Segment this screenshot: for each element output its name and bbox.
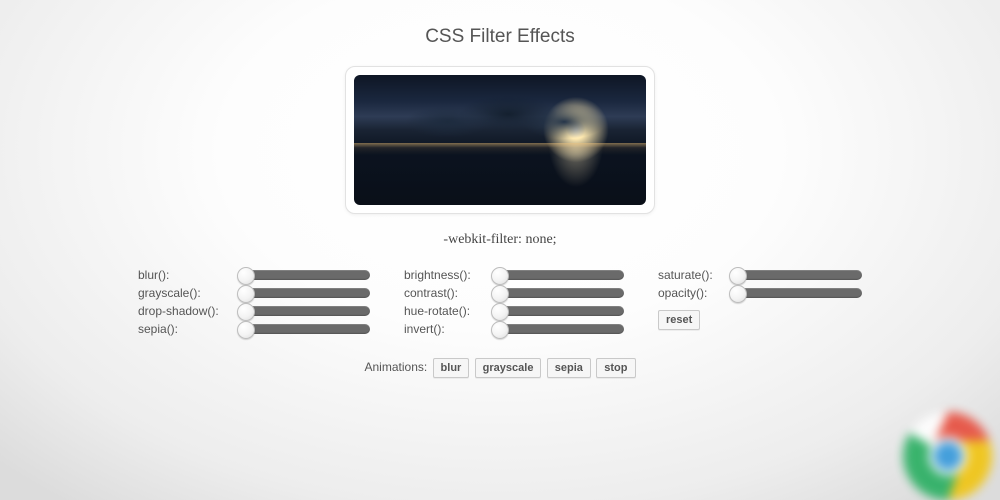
control-row-grayscale: grayscale(): bbox=[138, 284, 370, 302]
animations-label: Animations: bbox=[365, 360, 428, 374]
slider-drop-shadow[interactable] bbox=[238, 306, 370, 316]
label-blur: blur(): bbox=[138, 268, 238, 282]
label-saturate: saturate(): bbox=[658, 268, 730, 282]
slider-blur[interactable] bbox=[238, 270, 370, 280]
label-brightness: brightness(): bbox=[404, 268, 492, 282]
control-row-sepia: sepia(): bbox=[138, 320, 370, 338]
slider-invert[interactable] bbox=[492, 324, 624, 334]
anim-button-sepia[interactable]: sepia bbox=[547, 358, 591, 378]
slider-saturate[interactable] bbox=[730, 270, 862, 280]
anim-button-grayscale[interactable]: grayscale bbox=[475, 358, 542, 378]
anim-button-stop[interactable]: stop bbox=[596, 358, 635, 378]
slider-grayscale[interactable] bbox=[238, 288, 370, 298]
label-hue-rotate: hue-rotate(): bbox=[404, 304, 492, 318]
label-opacity: opacity(): bbox=[658, 286, 730, 300]
control-row-contrast: contrast(): bbox=[404, 284, 624, 302]
preview-frame bbox=[345, 66, 655, 214]
label-contrast: contrast(): bbox=[404, 286, 492, 300]
animations-row: Animations: blur grayscale sepia stop bbox=[0, 358, 1000, 378]
slider-opacity[interactable] bbox=[730, 288, 862, 298]
reset-wrap: reset bbox=[658, 310, 862, 330]
chrome-logo-icon bbox=[900, 408, 996, 500]
preview-image bbox=[354, 75, 646, 205]
control-row-drop-shadow: drop-shadow(): bbox=[138, 302, 370, 320]
anim-button-blur[interactable]: blur bbox=[433, 358, 470, 378]
control-row-hue-rotate: hue-rotate(): bbox=[404, 302, 624, 320]
controls-col-1: blur(): grayscale(): drop-shadow(): sepi… bbox=[138, 266, 370, 338]
control-row-blur: blur(): bbox=[138, 266, 370, 284]
page-title: CSS Filter Effects bbox=[0, 0, 1000, 48]
controls-col-2: brightness(): contrast(): hue-rotate(): … bbox=[404, 266, 624, 338]
label-drop-shadow: drop-shadow(): bbox=[138, 304, 238, 318]
controls: blur(): grayscale(): drop-shadow(): sepi… bbox=[0, 266, 1000, 338]
filter-output-text: -webkit-filter: none; bbox=[0, 232, 1000, 248]
control-row-invert: invert(): bbox=[404, 320, 624, 338]
control-row-opacity: opacity(): bbox=[658, 284, 862, 302]
slider-hue-rotate[interactable] bbox=[492, 306, 624, 316]
control-row-brightness: brightness(): bbox=[404, 266, 624, 284]
slider-sepia[interactable] bbox=[238, 324, 370, 334]
label-invert: invert(): bbox=[404, 322, 492, 336]
slider-contrast[interactable] bbox=[492, 288, 624, 298]
reset-button[interactable]: reset bbox=[658, 310, 700, 330]
control-row-saturate: saturate(): bbox=[658, 266, 862, 284]
controls-col-3: saturate(): opacity(): reset bbox=[658, 266, 862, 338]
label-grayscale: grayscale(): bbox=[138, 286, 238, 300]
label-sepia: sepia(): bbox=[138, 322, 238, 336]
slider-brightness[interactable] bbox=[492, 270, 624, 280]
